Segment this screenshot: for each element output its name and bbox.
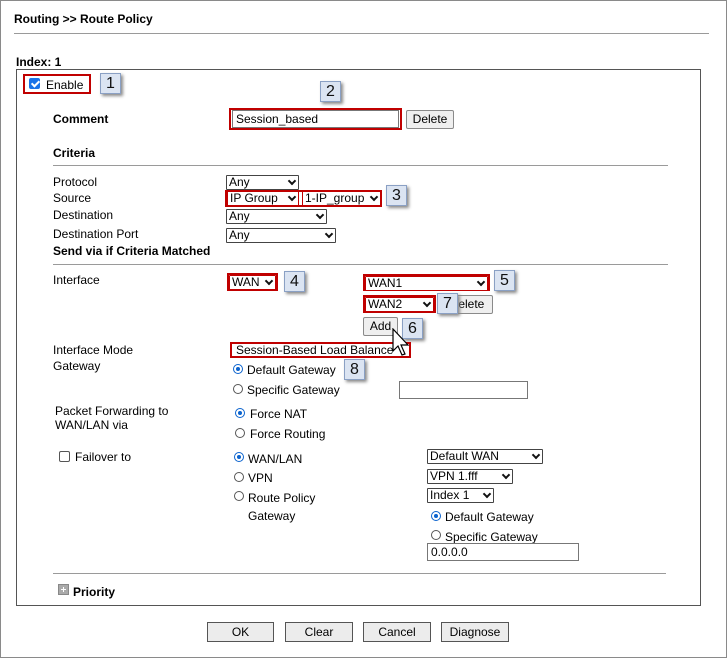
failover-gateway-label: Gateway — [248, 509, 296, 523]
chevron-down-icon — [287, 176, 297, 186]
wan2-value: WAN2 — [368, 297, 403, 311]
specific-gateway-radio[interactable] — [233, 384, 243, 394]
chevron-down-icon — [422, 298, 432, 308]
failover-default-gateway-radio[interactable] — [431, 511, 441, 521]
interface-mode-value[interactable]: Session-Based Load Balance — [236, 343, 393, 357]
failover-specific-gateway-radio[interactable] — [431, 530, 441, 540]
forwarding-label-line1: Packet Forwarding to — [55, 404, 169, 418]
mouse-cursor-icon — [392, 328, 410, 356]
failover-wan-value: Default WAN — [430, 449, 499, 463]
dest-port-value: Any — [229, 228, 250, 242]
cancel-button[interactable]: Cancel — [363, 622, 431, 642]
page-title: Routing >> Route Policy — [14, 12, 153, 26]
specific-gateway-label: Specific Gateway — [247, 383, 340, 397]
chevron-down-icon — [287, 192, 297, 202]
priority-divider — [53, 573, 666, 574]
destination-label: Destination — [53, 208, 114, 222]
chevron-down-icon — [264, 276, 274, 286]
callout-7: 7 — [437, 293, 458, 314]
callout-3: 3 — [386, 185, 407, 206]
criteria-divider — [53, 165, 668, 166]
force-routing-radio[interactable] — [235, 428, 245, 438]
forwarding-label-line2: WAN/LAN via — [55, 418, 128, 432]
chevron-down-icon — [369, 192, 379, 202]
interface-label: Interface — [53, 273, 100, 287]
wan1-select[interactable]: WAN1 — [365, 276, 488, 291]
comment-label: Comment — [53, 112, 109, 126]
failover-wan-lan-radio[interactable] — [234, 452, 244, 462]
source-type-value: IP Group — [230, 191, 278, 205]
callout-4: 4 — [284, 271, 305, 292]
enable-label: Enable — [46, 78, 84, 92]
destination-select[interactable]: Any — [226, 209, 327, 224]
chevron-down-icon — [324, 229, 334, 239]
default-gateway-radio[interactable] — [233, 364, 243, 374]
enable-checkbox[interactable] — [29, 78, 40, 89]
destination-value: Any — [229, 209, 250, 223]
force-routing-label: Force Routing — [250, 427, 326, 441]
clear-button[interactable]: Clear — [285, 622, 353, 642]
chevron-down-icon — [476, 277, 486, 287]
failover-route-policy-radio[interactable] — [234, 491, 244, 501]
failover-route-policy-select[interactable]: Index 1 — [427, 488, 494, 503]
failover-checkbox[interactable] — [59, 451, 70, 462]
failover-route-policy-value: Index 1 — [430, 488, 470, 502]
policy-panel — [16, 69, 701, 606]
dest-port-label: Destination Port — [53, 227, 139, 241]
diagnose-button[interactable]: Diagnose — [441, 622, 509, 642]
callout-2: 2 — [320, 81, 341, 102]
default-gateway-label: Default Gateway — [247, 363, 336, 377]
criteria-heading: Criteria — [53, 146, 96, 160]
gateway-label: Gateway — [53, 359, 101, 373]
failover-specific-gateway-label: Specific Gateway — [445, 530, 538, 544]
chevron-down-icon — [482, 489, 492, 499]
source-group-select[interactable]: 1-IP_group — [302, 191, 381, 206]
failover-vpn-label: VPN — [248, 471, 273, 485]
source-type-select[interactable]: IP Group — [227, 191, 299, 206]
source-label: Source — [53, 191, 92, 205]
wan1-value: WAN1 — [368, 276, 403, 290]
send-via-divider — [53, 264, 668, 265]
index-label: Index: 1 — [16, 55, 62, 69]
force-nat-radio[interactable] — [235, 408, 245, 418]
title-divider — [14, 33, 709, 34]
failover-vpn-radio[interactable] — [234, 472, 244, 482]
source-group-value: 1-IP_group — [305, 191, 365, 205]
comment-input[interactable]: Session_based — [232, 110, 399, 128]
chevron-down-icon — [531, 450, 541, 460]
wan2-select[interactable]: WAN2 — [365, 297, 434, 312]
chevron-down-icon — [315, 210, 325, 220]
chevron-down-icon — [501, 470, 511, 480]
failover-wan-select[interactable]: Default WAN — [427, 449, 543, 464]
failover-route-policy-label: Route Policy — [248, 491, 316, 505]
dest-port-select[interactable]: Any — [226, 228, 336, 243]
failover-vpn-select[interactable]: VPN 1.fff — [427, 469, 513, 484]
ok-button[interactable]: OK — [207, 622, 274, 642]
interface-select[interactable]: WAN — [229, 275, 276, 290]
specific-gateway-input[interactable] — [399, 381, 528, 399]
failover-gateway-ip-input[interactable]: 0.0.0.0 — [427, 543, 579, 561]
interface-mode-label: Interface Mode — [53, 343, 134, 357]
callout-1: 1 — [100, 73, 121, 94]
comment-delete-button[interactable]: Delete — [406, 110, 454, 129]
failover-label: Failover to — [75, 450, 132, 464]
protocol-select[interactable]: Any — [226, 175, 299, 190]
protocol-label: Protocol — [53, 175, 98, 189]
protocol-value: Any — [229, 175, 250, 189]
callout-8: 8 — [344, 359, 365, 380]
expand-plus-icon[interactable] — [58, 584, 69, 595]
callout-5: 5 — [494, 270, 515, 291]
priority-label[interactable]: Priority — [73, 585, 115, 599]
send-via-heading: Send via if Criteria Matched — [53, 244, 211, 258]
interface-value: WAN — [232, 275, 260, 289]
failover-wan-lan-label: WAN/LAN — [248, 452, 303, 466]
failover-vpn-value: VPN 1.fff — [430, 469, 478, 483]
force-nat-label: Force NAT — [250, 407, 308, 421]
failover-default-gateway-label: Default Gateway — [445, 510, 534, 524]
